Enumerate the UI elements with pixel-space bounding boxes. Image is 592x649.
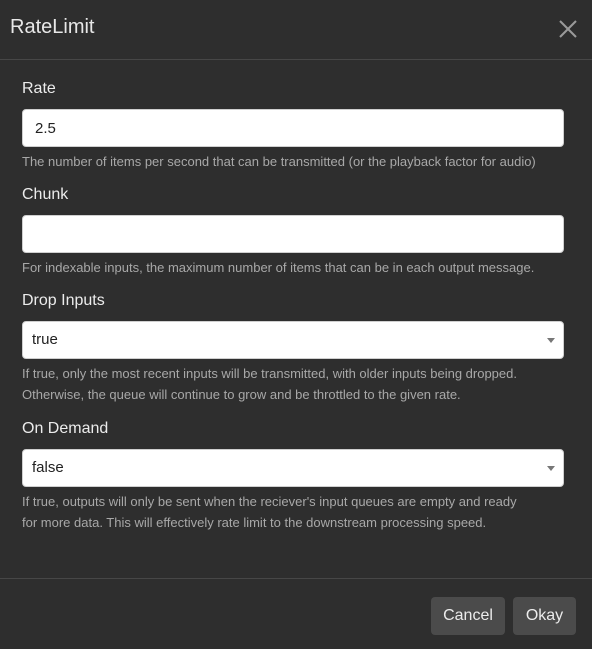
on-demand-label: On Demand (22, 420, 109, 437)
rate-label: Rate (22, 80, 56, 97)
drop-inputs-value: true (32, 331, 58, 348)
drop-inputs-help-line2: Otherwise, the queue will continue to gr… (22, 387, 461, 402)
dialog-body: Rate The number of items per second that… (0, 60, 592, 533)
ratelimit-dialog: RateLimit Rate The number of items per s… (0, 0, 592, 649)
drop-inputs-field: Drop Inputs true If true, only the most … (22, 290, 570, 405)
dialog-header: RateLimit (0, 0, 592, 60)
on-demand-field: On Demand false If true, outputs will on… (22, 418, 570, 533)
chevron-down-icon (547, 466, 555, 471)
dialog-title: RateLimit (10, 16, 95, 38)
on-demand-value: false (32, 459, 64, 476)
chunk-help: For indexable inputs, the maximum number… (22, 260, 535, 275)
on-demand-help: If true, outputs will only be sent when … (22, 491, 570, 533)
okay-button[interactable]: Okay (513, 597, 576, 635)
drop-inputs-select[interactable]: true (22, 321, 564, 359)
chunk-input[interactable] (22, 215, 564, 253)
close-icon[interactable] (558, 19, 578, 39)
on-demand-select[interactable]: false (22, 449, 564, 487)
rate-help: The number of items per second that can … (22, 154, 536, 169)
rate-input[interactable] (22, 109, 564, 147)
cancel-button[interactable]: Cancel (431, 597, 505, 635)
on-demand-help-line2: for more data. This will effectively rat… (22, 515, 487, 530)
drop-inputs-label: Drop Inputs (22, 292, 105, 309)
dialog-footer: Cancel Okay (0, 578, 592, 649)
chevron-down-icon (547, 338, 555, 343)
chunk-label: Chunk (22, 186, 69, 203)
chunk-field: Chunk For indexable inputs, the maximum … (22, 184, 570, 278)
drop-inputs-help-line1: If true, only the most recent inputs wil… (22, 366, 517, 381)
on-demand-help-line1: If true, outputs will only be sent when … (22, 494, 517, 509)
drop-inputs-help: If true, only the most recent inputs wil… (22, 363, 570, 405)
rate-field: Rate The number of items per second that… (22, 78, 570, 172)
